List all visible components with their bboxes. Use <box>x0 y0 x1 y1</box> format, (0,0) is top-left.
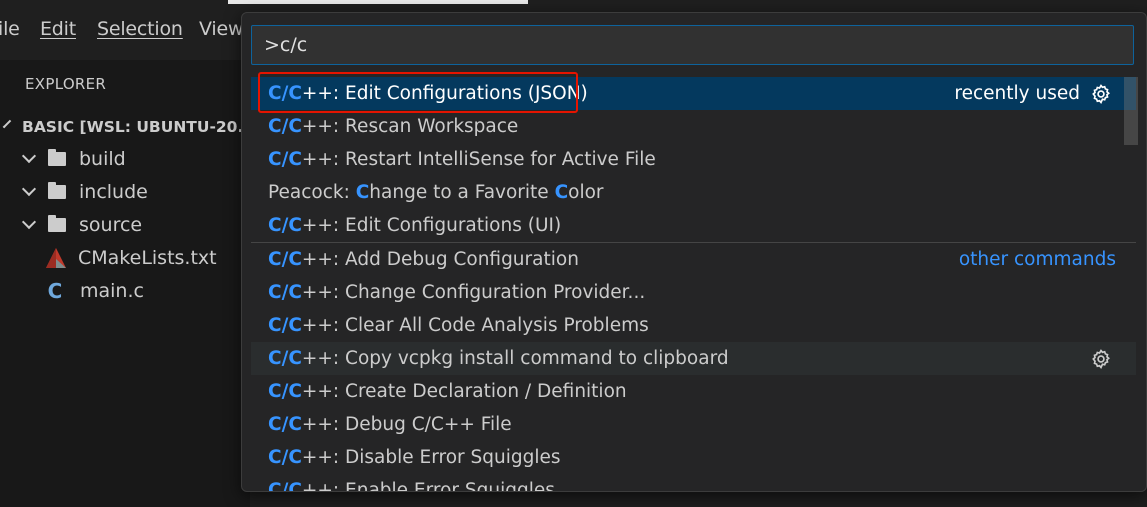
command-item[interactable]: Peacock: Change to a Favorite Color <box>251 176 1136 209</box>
command-text: ++: Enable Error Squiggles <box>301 480 555 492</box>
command-palette: C/C++: Edit Configurations (JSON) recent… <box>241 12 1147 492</box>
cmake-icon <box>46 247 66 268</box>
command-item[interactable]: C/C++: Edit Configurations (UI) <box>251 209 1136 242</box>
command-text: ++: Change Configuration Provider... <box>301 282 646 303</box>
command-item[interactable]: C/C++: Debug C/C++ File <box>251 408 1136 441</box>
match-highlight: C <box>554 182 569 203</box>
command-text: ++: Add Debug Configuration <box>301 249 579 270</box>
command-item[interactable]: C/C++: Disable Error Squiggles <box>251 441 1136 474</box>
command-text: ++: Copy vcpkg install command to clipbo… <box>301 348 729 369</box>
command-label: C/C++: Rescan Workspace <box>251 116 518 137</box>
explorer-title: EXPLORER <box>25 75 107 93</box>
match-highlight: C/C <box>268 414 302 435</box>
command-text: ++: Create Declaration / Definition <box>301 381 627 402</box>
folder-icon <box>48 181 66 199</box>
command-item[interactable]: C/C++: Copy vcpkg install command to cli… <box>251 342 1136 375</box>
menu-selection-label: Selection <box>97 18 183 40</box>
command-text: Peacock: <box>268 182 356 203</box>
command-label: C/C++: Enable Error Squiggles <box>251 480 555 492</box>
command-text: ++: Restart IntelliSense for Active File <box>301 149 656 170</box>
folder-icon <box>48 148 66 166</box>
gear-icon[interactable] <box>1090 348 1112 370</box>
command-text: ++: Edit Configurations (JSON) <box>301 83 588 104</box>
command-meta: other commands <box>959 243 1116 276</box>
command-meta: recently used <box>954 77 1112 110</box>
c-file-icon: C <box>47 278 63 303</box>
match-highlight: C/C <box>268 480 302 492</box>
menu-edit-label: Edit <box>40 18 76 40</box>
match-highlight: C/C <box>268 249 302 270</box>
menu-edit[interactable]: Edit <box>40 18 76 40</box>
folder-icon <box>48 214 66 232</box>
command-text: ++: Debug C/C++ File <box>301 414 512 435</box>
other-commands-label: other commands <box>958 249 1116 270</box>
menu-view[interactable]: View <box>199 18 243 40</box>
command-text: ++: Edit Configurations (UI) <box>301 215 562 236</box>
tree-item-main-c[interactable]: C main.c <box>0 274 250 307</box>
workspace-label: BASIC [WSL: UBUNTU-20.04 <box>22 117 265 136</box>
workspace-root[interactable]: BASIC [WSL: UBUNTU-20.04 <box>0 110 265 143</box>
command-meta <box>1080 342 1112 375</box>
tree-item-label: CMakeLists.txt <box>78 246 217 269</box>
command-label: C/C++: Edit Configurations (UI) <box>251 215 561 236</box>
command-text: olor <box>568 182 604 203</box>
command-text: hange to a Favorite <box>369 182 555 203</box>
tree-item-label: source <box>79 213 143 236</box>
command-label: C/C++: Disable Error Squiggles <box>251 447 561 468</box>
command-label: Peacock: Change to a Favorite Color <box>251 182 604 203</box>
match-highlight: C <box>355 182 370 203</box>
command-item[interactable]: C/C++: Restart IntelliSense for Active F… <box>251 143 1136 176</box>
match-highlight: C/C <box>268 215 302 236</box>
command-item[interactable]: C/C++: Add Debug Configuration other com… <box>251 243 1136 276</box>
explorer-sidebar: EXPLORER BASIC [WSL: UBUNTU-20.04 build … <box>0 60 265 507</box>
recently-used-label: recently used <box>954 83 1080 104</box>
chevron-down-icon <box>21 181 37 196</box>
menu-file[interactable]: ile <box>0 18 20 40</box>
command-text: ++: Rescan Workspace <box>301 116 519 137</box>
command-label: C/C++: Change Configuration Provider... <box>251 282 645 303</box>
tree-item-include[interactable]: include <box>0 175 250 208</box>
command-item[interactable]: C/C++: Clear All Code Analysis Problems <box>251 309 1136 342</box>
title-strip <box>228 0 528 4</box>
command-input[interactable] <box>251 25 1134 65</box>
command-text: ++: Disable Error Squiggles <box>301 447 561 468</box>
tree-item-source[interactable]: source <box>0 208 250 241</box>
command-item[interactable]: C/C++: Create Declaration / Definition <box>251 375 1136 408</box>
gear-icon[interactable] <box>1090 83 1112 105</box>
tree-item-cmakelists[interactable]: CMakeLists.txt <box>0 241 250 274</box>
match-highlight: C/C <box>268 83 302 104</box>
tree-item-label: build <box>79 147 126 170</box>
match-highlight: C/C <box>268 315 302 336</box>
command-label: C/C++: Copy vcpkg install command to cli… <box>251 348 729 369</box>
tree-item-build[interactable]: build <box>0 142 250 175</box>
chevron-down-icon <box>2 119 12 128</box>
match-highlight: C/C <box>268 149 302 170</box>
palette-scrollbar[interactable] <box>1124 77 1138 491</box>
match-highlight: C/C <box>268 116 302 137</box>
command-label: C/C++: Create Declaration / Definition <box>251 381 627 402</box>
command-item[interactable]: C/C++: Enable Error Squiggles <box>251 474 1136 492</box>
command-item[interactable]: C/C++: Edit Configurations (JSON) recent… <box>251 77 1136 110</box>
match-highlight: C/C <box>268 381 302 402</box>
command-label: C/C++: Restart IntelliSense for Active F… <box>251 149 656 170</box>
command-item[interactable]: C/C++: Rescan Workspace <box>251 110 1136 143</box>
command-label: C/C++: Debug C/C++ File <box>251 414 512 435</box>
chevron-down-icon <box>21 148 37 163</box>
command-label: C/C++: Edit Configurations (JSON) <box>251 83 588 104</box>
command-label: C/C++: Add Debug Configuration <box>251 249 579 270</box>
match-highlight: C/C <box>268 282 302 303</box>
command-item[interactable]: C/C++: Change Configuration Provider... <box>251 276 1136 309</box>
command-label: C/C++: Clear All Code Analysis Problems <box>251 315 649 336</box>
command-text: ++: Clear All Code Analysis Problems <box>301 315 649 336</box>
menu-selection[interactable]: Selection <box>97 18 183 40</box>
scrollbar-thumb[interactable] <box>1124 77 1138 145</box>
chevron-down-icon <box>21 214 37 229</box>
tree-item-label: include <box>79 180 148 203</box>
tree-item-label: main.c <box>80 279 144 302</box>
match-highlight: C/C <box>268 348 302 369</box>
match-highlight: C/C <box>268 447 302 468</box>
